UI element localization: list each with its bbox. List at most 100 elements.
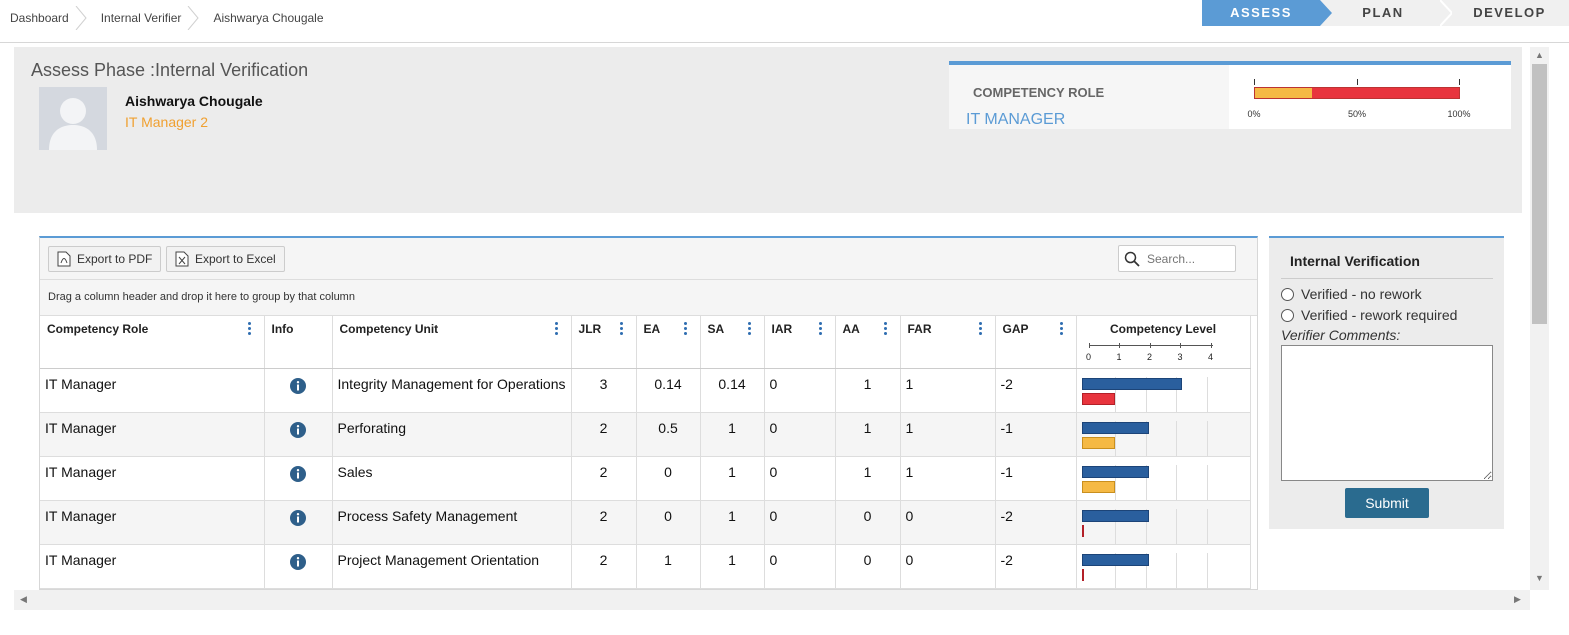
verifier-comments-label: Verifier Comments:	[1281, 327, 1401, 343]
grid-toolbar: Export to PDF Export to Excel	[40, 238, 1257, 280]
column-menu-icon[interactable]	[554, 322, 559, 336]
cell-iar: 0	[764, 500, 836, 545]
column-menu-icon[interactable]	[619, 322, 624, 336]
column-header-competency-level[interactable]: Competency Level 0 1 2 3 4	[1076, 316, 1251, 369]
column-menu-icon[interactable]	[818, 322, 823, 336]
search-icon	[1124, 251, 1140, 267]
export-pdf-button[interactable]: Export to PDF	[48, 246, 162, 272]
radio-label: Verified - no rework	[1301, 286, 1422, 302]
verifier-comments-field[interactable]	[1281, 345, 1493, 481]
column-header-info[interactable]: Info	[264, 316, 333, 369]
cell-iar: 0	[764, 544, 836, 589]
column-header-gap[interactable]: GAP	[995, 316, 1077, 369]
competency-role-card: COMPETENCY ROLE IT MANAGER 0% 50% 100%	[949, 61, 1511, 129]
group-drop-area[interactable]: Drag a column header and drop it here to…	[40, 280, 1257, 316]
breadcrumb-internal-verifier[interactable]: Internal Verifier	[91, 0, 204, 36]
column-header-competency-unit[interactable]: Competency Unit	[332, 316, 572, 369]
column-header-far[interactable]: FAR	[900, 316, 996, 369]
progress-tick	[1254, 79, 1255, 85]
cell-competency-unit: Project Management Orientation	[332, 544, 572, 589]
table-header-row: Competency Role Info Competency Unit JLR…	[40, 316, 1251, 369]
header-divider	[0, 42, 1569, 43]
progress-tick	[1459, 79, 1460, 85]
scale-axis	[1088, 345, 1213, 346]
cell-sa: 1	[700, 456, 765, 501]
table-row[interactable]: IT Manager Integrity Management for Opera…	[40, 368, 1251, 413]
competency-progress: 0% 50% 100%	[1247, 79, 1471, 129]
cell-competency-level	[1076, 456, 1251, 501]
search-input[interactable]	[1147, 250, 1231, 268]
column-menu-icon[interactable]	[683, 322, 688, 336]
info-icon[interactable]	[290, 553, 306, 570]
competency-role-label: COMPETENCY ROLE	[973, 85, 1105, 100]
info-icon[interactable]	[290, 421, 306, 438]
column-menu-icon[interactable]	[1059, 322, 1064, 336]
radio-button[interactable]	[1281, 287, 1294, 301]
phase-plan[interactable]: PLAN	[1320, 0, 1452, 26]
radio-verified-rework-required[interactable]: Verified - rework required	[1281, 307, 1457, 323]
submit-button[interactable]: Submit	[1345, 488, 1429, 518]
scroll-down-icon[interactable]: ▼	[1535, 573, 1544, 583]
assessed-level-bar	[1081, 436, 1116, 449]
column-menu-icon[interactable]	[978, 322, 983, 336]
column-header-aa[interactable]: AA	[835, 316, 901, 369]
radio-button[interactable]	[1281, 308, 1294, 322]
breadcrumb-current: Aishwarya Chougale	[203, 0, 345, 36]
column-header-competency-role[interactable]: Competency Role	[40, 316, 265, 369]
cell-ea: 0	[636, 456, 701, 501]
cell-competency-role: IT Manager	[40, 544, 265, 589]
user-silhouette-icon	[49, 98, 97, 150]
phase-assess[interactable]: ASSESS	[1202, 0, 1332, 26]
column-header-label: Competency Unit	[339, 322, 439, 336]
scroll-right-icon[interactable]: ▶	[1514, 594, 1521, 605]
competency-role-value: IT MANAGER	[966, 111, 1066, 128]
info-icon[interactable]	[290, 465, 306, 482]
phase-steps: ASSESS PLAN DEVELOP	[1202, 0, 1569, 26]
progress-bar	[1254, 87, 1460, 99]
page-title: Assess Phase :Internal Verification	[31, 60, 309, 80]
scale-tick	[1149, 343, 1151, 348]
column-header-label: SA	[707, 322, 725, 336]
scale-tick-label: 2	[1147, 352, 1153, 362]
export-excel-button[interactable]: Export to Excel	[166, 246, 285, 272]
breadcrumb-label: Aishwarya Chougale	[213, 11, 324, 25]
radio-label: Verified - rework required	[1301, 307, 1458, 323]
table-row[interactable]: IT Manager Perforating 2 0.5 1 0 1 1 -1	[40, 412, 1251, 457]
assessed-level-bar	[1081, 392, 1116, 405]
table-row[interactable]: IT Manager Project Management Orientation…	[40, 544, 1251, 589]
cell-gap: -2	[995, 500, 1077, 545]
level-gridline	[1206, 464, 1208, 499]
level-gridline	[1176, 464, 1178, 499]
table-row[interactable]: IT Manager Sales 2 0 1 0 1 1 -1	[40, 456, 1251, 501]
scroll-up-icon[interactable]: ▲	[1535, 50, 1544, 60]
scrollbar-thumb[interactable]	[1532, 64, 1547, 324]
column-menu-icon[interactable]	[747, 322, 752, 336]
column-menu-icon[interactable]	[247, 322, 252, 336]
cell-ea: 0.14	[636, 368, 701, 413]
column-header-ea[interactable]: EA	[636, 316, 701, 369]
current-level-bar	[1081, 553, 1149, 566]
table-row[interactable]: IT Manager Process Safety Management 2 0 1 0 0…	[40, 500, 1251, 545]
radio-verified-no-rework[interactable]: Verified - no rework	[1281, 286, 1422, 302]
phase-develop[interactable]: DEVELOP	[1440, 0, 1569, 26]
competency-table: Competency Role Info Competency Unit JLR…	[40, 316, 1251, 589]
column-header-sa[interactable]: SA	[700, 316, 765, 369]
cell-gap: -1	[995, 412, 1077, 457]
vertical-scrollbar[interactable]: ▲ ▼	[1530, 47, 1549, 590]
column-menu-icon[interactable]	[883, 322, 888, 336]
breadcrumb-label: Internal Verifier	[100, 11, 182, 25]
column-header-jlr[interactable]: JLR	[571, 316, 637, 369]
horizontal-scrollbar[interactable]: ◀ ▶	[14, 590, 1530, 610]
cell-jlr: 2	[571, 500, 637, 545]
info-icon[interactable]	[290, 509, 306, 526]
cell-competency-level	[1076, 500, 1251, 545]
grid-search[interactable]	[1118, 245, 1236, 272]
level-gridline	[1206, 508, 1208, 543]
scroll-left-icon[interactable]: ◀	[20, 594, 27, 605]
breadcrumb-dashboard[interactable]: Dashboard	[0, 0, 91, 36]
cell-info	[264, 544, 333, 589]
cell-competency-unit: Process Safety Management	[332, 500, 572, 545]
info-icon[interactable]	[290, 377, 306, 394]
column-header-iar[interactable]: IAR	[764, 316, 836, 369]
cell-info	[264, 368, 333, 413]
